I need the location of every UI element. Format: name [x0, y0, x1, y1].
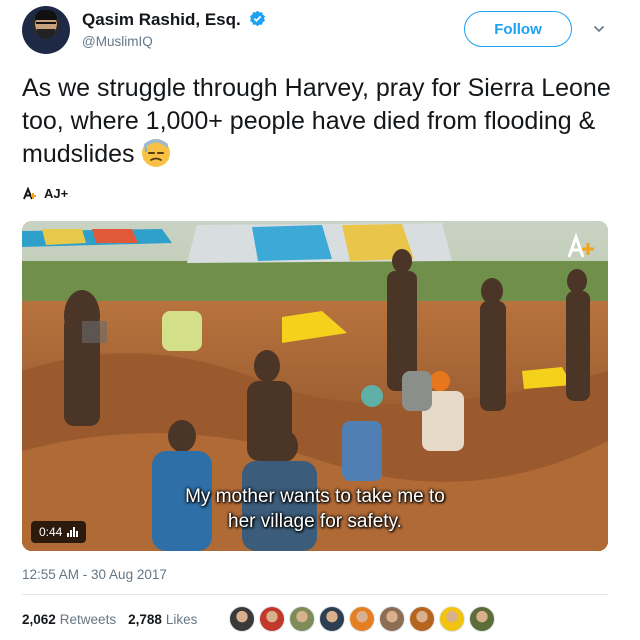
avatar-beard	[37, 29, 55, 39]
aj-plus-logo-icon	[567, 233, 594, 258]
liker-avatar[interactable]	[469, 606, 495, 632]
likes-label: Likes	[165, 612, 198, 627]
audio-level-icon	[67, 527, 79, 537]
downcast-face-with-sweat-icon	[141, 139, 170, 167]
tweet-text: As we struggle through Harvey, pray for …	[22, 72, 612, 171]
source-label: AJ+	[44, 186, 69, 201]
liker-avatar[interactable]	[229, 606, 255, 632]
liker-avatar[interactable]	[439, 606, 465, 632]
source-attribution[interactable]: AJ+	[22, 186, 68, 201]
tweet-stats: 2,062 Retweets 2,788 Likes	[22, 612, 197, 627]
liker-avatar[interactable]	[289, 606, 315, 632]
user-name-block[interactable]: Qasim Rashid, Esq. @MuslimIQ	[82, 10, 266, 49]
likes-stat[interactable]: 2,788 Likes	[128, 612, 197, 627]
retweets-label: Retweets	[59, 612, 117, 627]
video-duration-badge: 0:44	[31, 521, 87, 543]
tweet-timestamp[interactable]: 12:55 AM - 30 Aug 2017	[22, 567, 167, 582]
video-caption-line2: her village for safety.	[228, 511, 402, 532]
likes-count: 2,788	[128, 612, 162, 627]
avatar-glasses	[36, 22, 56, 26]
tweet-header: Qasim Rashid, Esq. @MuslimIQ Follow	[22, 4, 618, 56]
chevron-down-icon[interactable]	[593, 23, 605, 35]
video-caption-line1: My mother wants to take me to	[185, 486, 445, 507]
user-avatar[interactable]	[22, 6, 70, 54]
user-handle[interactable]: @MuslimIQ	[82, 34, 266, 49]
video-duration: 0:44	[39, 525, 63, 539]
liker-avatar[interactable]	[349, 606, 375, 632]
liker-avatar[interactable]	[409, 606, 435, 632]
liker-avatar[interactable]	[319, 606, 345, 632]
verified-badge-icon	[250, 10, 266, 27]
divider-top	[22, 594, 608, 595]
liker-avatar[interactable]	[379, 606, 405, 632]
aj-plus-small-icon	[23, 186, 36, 199]
display-name[interactable]: Qasim Rashid, Esq.	[82, 10, 241, 29]
retweets-stat[interactable]: 2,062 Retweets	[22, 612, 116, 627]
liker-avatar[interactable]	[259, 606, 285, 632]
video-player[interactable]: My mother wants to take me to her villag…	[22, 221, 608, 551]
tweet-body: As we struggle through Harvey, pray for …	[22, 74, 611, 168]
follow-button[interactable]: Follow	[464, 11, 572, 47]
retweets-count: 2,062	[22, 612, 56, 627]
liked-by-avatars	[229, 606, 495, 632]
avatar-cap	[35, 10, 57, 20]
